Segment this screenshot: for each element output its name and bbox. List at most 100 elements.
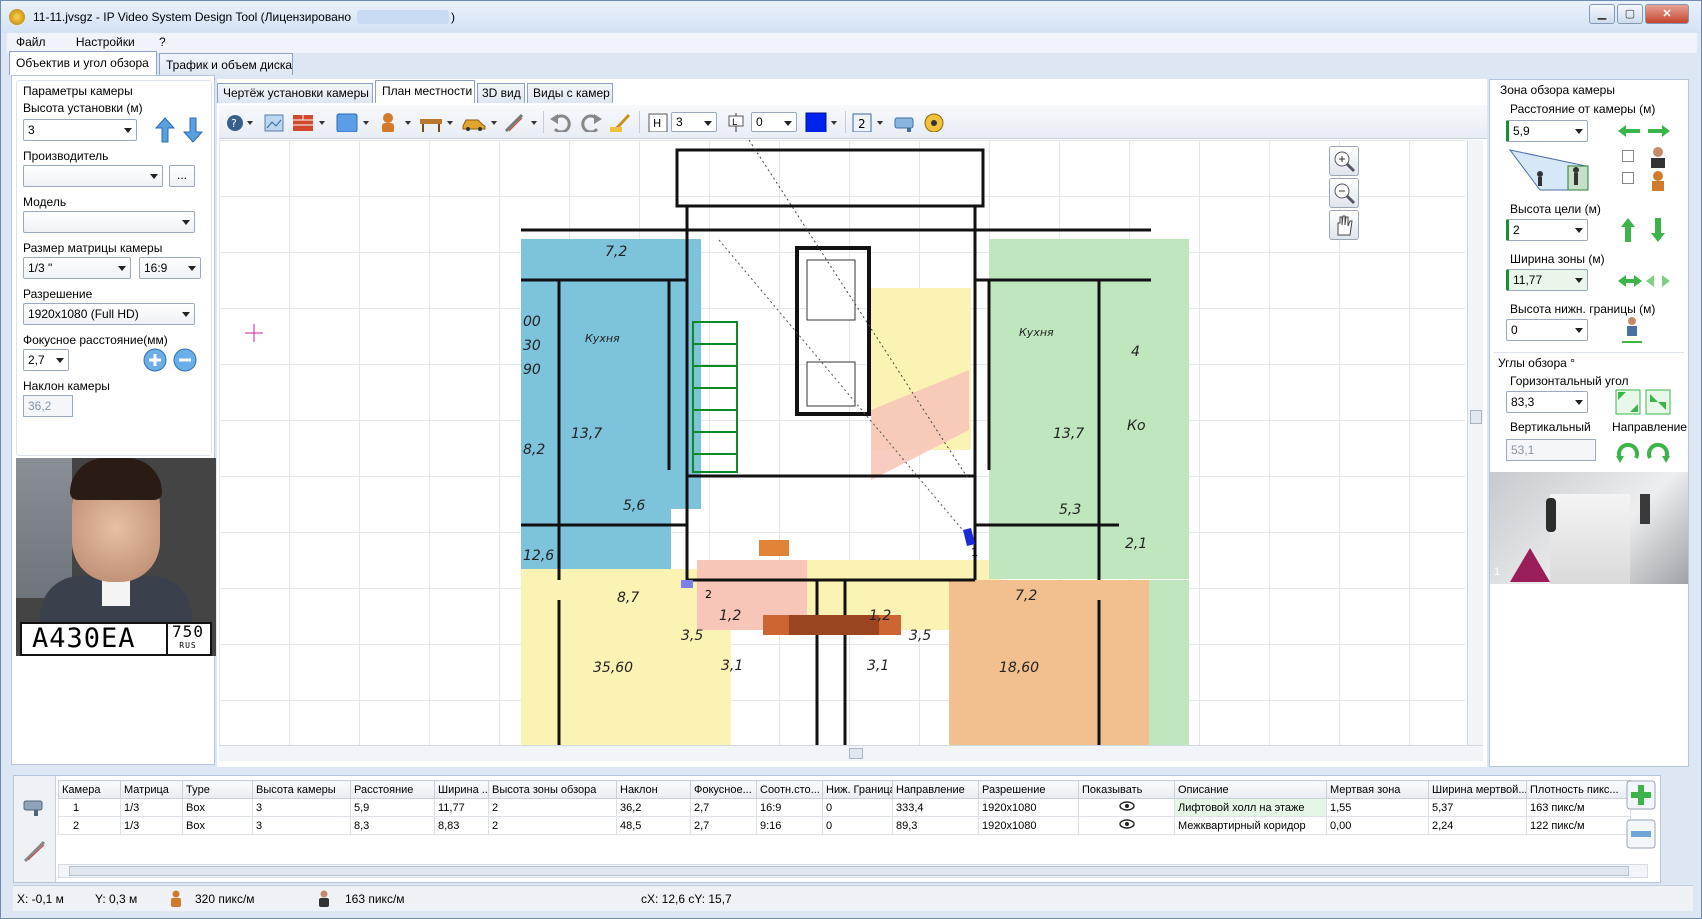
camera-2-icon[interactable] <box>681 580 693 588</box>
remove-camera-button[interactable] <box>1626 819 1656 849</box>
menu-file[interactable]: Файл <box>7 33 55 51</box>
person-icon[interactable] <box>377 112 413 132</box>
maximize-button[interactable]: ▢ <box>1617 4 1643 24</box>
plan-vertical-scrollbar[interactable] <box>1467 140 1483 745</box>
table-cell[interactable]: 3 <box>252 798 351 817</box>
table-cell[interactable]: 0,00 <box>1326 816 1429 835</box>
column-header[interactable]: Ширина ... <box>434 780 489 799</box>
column-header[interactable]: Матрица <box>120 780 183 799</box>
column-header[interactable]: Наклон <box>616 780 691 799</box>
column-header[interactable]: Фокусное... <box>690 780 757 799</box>
sensor-combo[interactable]: 1/3 " <box>23 257 131 279</box>
model-combo[interactable] <box>23 211 195 233</box>
table-cell[interactable]: 36,2 <box>616 798 691 817</box>
add-camera-button[interactable] <box>1626 780 1656 810</box>
tilt-field[interactable]: 36,2 <box>23 395 73 417</box>
measure-icon[interactable] <box>503 112 539 132</box>
manufacturer-combo[interactable] <box>23 165 163 187</box>
eye-icon[interactable] <box>1118 819 1135 829</box>
menu-help[interactable]: ? <box>147 33 175 51</box>
zoom-plus-icon[interactable] <box>143 348 167 372</box>
vertical-angle-field[interactable]: 53,1 <box>1506 439 1596 461</box>
target-height-combo[interactable]: 2 <box>1506 219 1588 241</box>
table-row[interactable]: 1 1/3 Box 3 5,9 11,77 2 36,2 2,7 16:9 0 333,4 1920x1… <box>58 798 1631 817</box>
floor-level-combo[interactable]: 0 <box>751 112 797 132</box>
menu-settings[interactable]: Настройки <box>58 33 144 51</box>
table-cell[interactable]: 2 <box>488 798 617 817</box>
lower-height-combo[interactable]: 0 <box>1506 319 1588 341</box>
table-cell[interactable]: 8,3 <box>350 816 435 835</box>
tab-drawing[interactable]: Чертёж установки камеры <box>217 83 373 103</box>
column-header[interactable]: Type <box>182 780 253 799</box>
column-header[interactable]: Ниж. Граница <box>822 780 893 799</box>
tab-plan[interactable]: План местности <box>375 80 475 103</box>
browse-button[interactable]: ... <box>169 165 195 187</box>
table-cell[interactable]: 1 <box>58 798 121 817</box>
camera-add-icon[interactable] <box>893 112 919 132</box>
redo-icon[interactable] <box>579 112 603 132</box>
column-header[interactable]: Мертвая зона <box>1326 780 1429 799</box>
eye-icon[interactable] <box>1118 801 1135 811</box>
vscroll-thumb[interactable] <box>1470 410 1482 424</box>
camera-list-icon[interactable] <box>22 792 48 818</box>
table-row[interactable]: 2 1/3 Box 3 8,3 8,83 2 48,5 2,7 9:16 0 89,3 1920x108… <box>58 816 1631 835</box>
height-icon[interactable]: H <box>647 112 669 132</box>
angle-zoom-icons[interactable] <box>1614 388 1674 416</box>
hscroll-thumb[interactable] <box>849 748 863 759</box>
table-cell[interactable]: 122 пикс/м <box>1526 816 1631 835</box>
resolution-combo[interactable]: 1920x1080 (Full HD) <box>23 303 195 325</box>
zoom-in-button[interactable] <box>1329 146 1359 176</box>
aspect-combo[interactable]: 16:9 <box>139 257 201 279</box>
table-cell[interactable]: 2,7 <box>690 798 757 817</box>
tab-camera-views[interactable]: Виды с камер <box>527 83 613 103</box>
height-combo[interactable]: 3 <box>23 119 137 141</box>
car-icon[interactable] <box>461 112 499 132</box>
horizontal-angle-combo[interactable]: 83,3 <box>1506 391 1588 413</box>
focal-combo[interactable]: 2,7 <box>23 349 69 371</box>
zone-width-combo[interactable]: 11,77 <box>1506 269 1588 291</box>
distance-combo[interactable]: 5,9 <box>1506 120 1588 142</box>
color-picker-icon[interactable] <box>805 112 841 132</box>
column-header[interactable]: Камера <box>58 780 121 799</box>
undo-icon[interactable] <box>549 112 573 132</box>
tape-measure-icon[interactable] <box>923 112 949 132</box>
checkbox-2[interactable] <box>1622 172 1634 184</box>
table-cell[interactable]: 2 <box>58 816 121 835</box>
table-scroll-thumb[interactable] <box>69 866 1629 876</box>
height-arrows-icon[interactable] <box>1618 216 1674 244</box>
table-cell[interactable]: 2,7 <box>690 816 757 835</box>
close-button[interactable]: ✕ <box>1645 4 1689 24</box>
table-cell[interactable]: 163 пикс/м <box>1526 798 1631 817</box>
tab-3d[interactable]: 3D вид <box>477 83 525 103</box>
table-horizontal-scrollbar[interactable] <box>58 864 1648 878</box>
table-cell[interactable]: Box <box>182 816 253 835</box>
table-cell[interactable]: Лифтовой холл на этаже <box>1174 798 1327 817</box>
table-cell[interactable]: 2,24 <box>1428 816 1527 835</box>
image-icon[interactable] <box>263 112 285 132</box>
column-header[interactable]: Ширина мертвой... <box>1428 780 1527 799</box>
minimize-button[interactable]: ▁ <box>1589 4 1615 24</box>
table-cell[interactable]: 89,3 <box>892 816 979 835</box>
table-cell[interactable]: 11,77 <box>434 798 489 817</box>
help-camera-icon[interactable]: ? <box>225 112 255 132</box>
table-cell[interactable]: 5,9 <box>350 798 435 817</box>
height-level-combo[interactable]: 3 <box>671 112 717 132</box>
rotate-direction-icons[interactable] <box>1614 436 1674 464</box>
area-icon[interactable] <box>335 112 371 132</box>
table-cell[interactable]: 3 <box>252 816 351 835</box>
measure-list-icon[interactable] <box>22 838 48 864</box>
table-cell[interactable]: 16:9 <box>756 798 823 817</box>
layer-icon[interactable]: 2 <box>851 112 887 132</box>
table-cell[interactable]: 0 <box>822 798 893 817</box>
table-cell[interactable]: 48,5 <box>616 816 691 835</box>
table-cell[interactable]: Box <box>182 798 253 817</box>
table-cell[interactable]: 1,55 <box>1326 798 1429 817</box>
table-cell[interactable]: 0 <box>822 816 893 835</box>
table-cell[interactable]: 1/3 <box>120 798 183 817</box>
floor-plan-canvas[interactable]: 1 2 7,2 Кухня 13,7 5,6 12,6 8,7 1,2 3,5 … <box>219 140 1465 745</box>
distance-arrows-icon[interactable] <box>1616 122 1672 140</box>
table-cell[interactable]: 1920x1080 <box>978 816 1079 835</box>
plan-horizontal-scrollbar[interactable] <box>219 745 1483 761</box>
table-cell[interactable]: Межквартирный коридор <box>1174 816 1327 835</box>
table-cell[interactable]: 8,83 <box>434 816 489 835</box>
